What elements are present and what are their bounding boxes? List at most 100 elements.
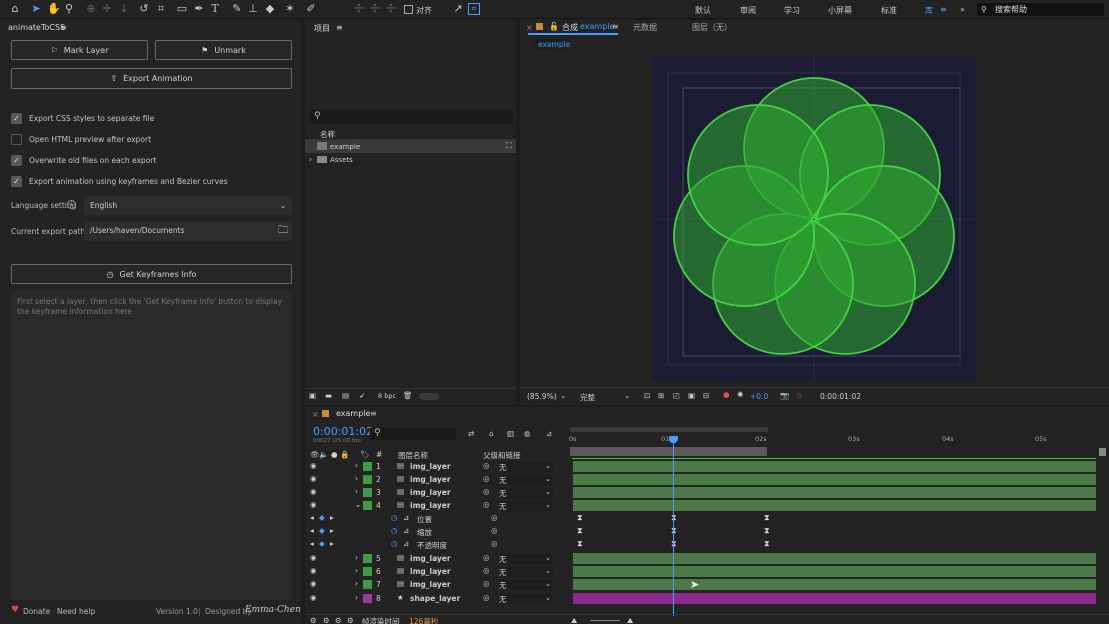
timeline-timecode[interactable]: 0:00:01:02 [313, 425, 373, 438]
layer-name[interactable]: img_layer [410, 501, 451, 510]
layer-color-label[interactable] [363, 594, 372, 603]
layer-bar[interactable] [573, 474, 1096, 485]
toggle-icon[interactable]: ⚙ [310, 616, 317, 624]
zoom-slider[interactable] [590, 620, 620, 621]
next-keyframe-icon[interactable]: ▸ [330, 513, 334, 522]
keyframe-icon[interactable]: ⧗ [577, 527, 583, 535]
puppet-tool-icon[interactable]: ✐ [305, 3, 317, 15]
layer-color-label[interactable] [363, 554, 372, 563]
checkbox-checked-icon[interactable]: ✓ [11, 155, 22, 166]
workspace-learn[interactable]: 学习 [784, 5, 800, 16]
mask-icon[interactable]: ◰ [673, 391, 680, 400]
snap-icon[interactable]: ↗ [452, 3, 464, 15]
playhead-line[interactable] [673, 436, 674, 616]
dolly-tool-icon[interactable]: ↓ [118, 3, 130, 15]
grid-icon[interactable]: ⊞ [658, 391, 664, 400]
comp-timecode[interactable]: 0:00:01:02 [820, 392, 861, 401]
region-icon[interactable]: ▣ [688, 391, 695, 400]
next-keyframe-icon[interactable]: ▸ [330, 539, 334, 548]
chevron-right-icon[interactable]: › [309, 155, 312, 164]
pickwhip-icon[interactable]: ◎ [483, 579, 490, 588]
mark-layer-button[interactable]: ⚐ Mark Layer [11, 40, 148, 60]
project-search-input[interactable]: ⚲ [310, 110, 513, 124]
layer-color-label[interactable] [363, 501, 372, 510]
chevron-down-icon[interactable]: ⌄ [545, 487, 551, 496]
layer-color-label[interactable] [363, 475, 372, 484]
chevron-right-icon[interactable]: › [355, 474, 358, 483]
unmark-button[interactable]: ⚑ Unmark [155, 40, 292, 60]
get-keyframes-button[interactable]: ◷ Get Keyframes Info [11, 264, 292, 284]
exposure-icon[interactable]: ✺ [737, 390, 743, 399]
chevron-right-icon[interactable]: › [355, 553, 358, 562]
breadcrumb[interactable]: example [532, 39, 570, 50]
zoom-in-icon[interactable]: ⛰ [627, 616, 633, 624]
chevron-right-icon[interactable]: › [355, 461, 358, 470]
render-range-bar[interactable] [570, 447, 767, 456]
comp-menu-icon[interactable]: ≡ [612, 22, 619, 31]
frame-blend-icon[interactable]: ◍ [524, 429, 531, 438]
layer-bar[interactable] [573, 461, 1096, 472]
new-comp-icon[interactable]: ▤ [342, 391, 349, 400]
pickwhip-icon[interactable]: ◎ [483, 487, 490, 496]
layer-color-label[interactable] [363, 462, 372, 471]
pen-tool-icon[interactable]: ✒ [193, 3, 205, 15]
new-folder-icon[interactable]: ▬ [325, 391, 332, 400]
keyframe-toggle-icon[interactable]: ◆ [319, 513, 325, 522]
layer-name[interactable]: img_layer [410, 462, 451, 471]
folder-icon[interactable]: 🗀 [278, 221, 288, 241]
eye-icon[interactable]: ◉ [310, 579, 317, 588]
layer-row[interactable]: ◉ › 3 ▤ img_layer ◎ 无 ⌄ [305, 486, 569, 499]
chevron-down-icon[interactable]: ⌄ [545, 500, 551, 509]
workspace-review[interactable]: 审阅 [740, 5, 756, 16]
keyframe-icon[interactable]: ⧗ [577, 540, 583, 548]
quality-value[interactable]: 完整 [580, 392, 595, 403]
search-help-input[interactable]: ⚲ 搜索帮助 [977, 3, 1104, 16]
brush-tool-icon[interactable]: ✎ [231, 3, 243, 15]
checkbox-checked-icon[interactable]: ✓ [11, 176, 22, 187]
layer-color-label[interactable] [363, 580, 372, 589]
donate-link[interactable]: Donate [23, 607, 50, 616]
need-help-link[interactable]: Need help [57, 607, 95, 616]
snapshot-icon[interactable]: ⊙ [796, 391, 802, 400]
keyframe-icon[interactable]: ⧗ [671, 540, 677, 548]
chevron-down-icon[interactable]: ⌄ [560, 391, 566, 400]
chevron-down-icon[interactable]: ⌄ [545, 474, 551, 483]
checkbox-unchecked-icon[interactable] [11, 134, 22, 145]
workspace-default[interactable]: 默认 [695, 5, 711, 16]
pickwhip-icon[interactable]: ◎ [491, 526, 498, 535]
layer-name[interactable]: img_layer [410, 554, 451, 563]
chevron-down-icon[interactable]: ⌄ [545, 553, 551, 562]
chevron-down-icon[interactable]: ⌄ [545, 461, 551, 470]
eye-icon[interactable]: ◉ [310, 566, 317, 575]
layer-name[interactable]: img_layer [410, 488, 451, 497]
draft-3d-icon[interactable]: ⌂ [489, 429, 494, 438]
workspace-standard[interactable]: 标准 [881, 5, 897, 16]
scroll-thumb[interactable] [419, 393, 439, 400]
next-keyframe-icon[interactable]: ▸ [330, 526, 334, 535]
comp-tab-name[interactable]: example [580, 22, 614, 31]
move-tool-icon[interactable]: ✛ [101, 3, 113, 15]
keyframe-icon[interactable]: ⧗ [671, 514, 677, 522]
grid-snap-icon[interactable]: ⌗ [468, 3, 480, 15]
bpc-label[interactable]: 8 bpc [378, 392, 396, 400]
stopwatch-icon[interactable]: ◷ [391, 526, 398, 535]
graph-icon[interactable]: ⊿ [403, 526, 409, 535]
toggle-icon-4[interactable]: ⚙ [347, 616, 354, 624]
tab-layer[interactable]: 图层（无） [692, 22, 732, 33]
chevron-down-icon[interactable]: ⌄ [545, 593, 551, 602]
pickwhip-icon[interactable]: ◎ [483, 500, 490, 509]
chevron-right-icon[interactable]: › [355, 579, 358, 588]
comp-tab-prefix[interactable]: 合成 [562, 22, 578, 33]
zoom-tool-icon[interactable]: ⚲ [63, 3, 75, 15]
prev-keyframe-icon[interactable]: ◂ [310, 539, 314, 548]
language-select[interactable]: English ⌄ [84, 196, 292, 215]
layer-bar-shape[interactable] [573, 593, 1096, 604]
chevron-down-icon[interactable]: ⌄ [545, 566, 551, 575]
keyframe-icon[interactable]: ⧗ [577, 514, 583, 522]
checkbox-checked-icon[interactable]: ✓ [11, 113, 22, 124]
eye-icon[interactable]: ◉ [310, 553, 317, 562]
layer-bar[interactable] [573, 553, 1096, 564]
zoom-out-icon[interactable]: ⛰ [571, 616, 577, 624]
option-overwrite[interactable]: ✓ Overwrite old files on each export [11, 155, 156, 166]
selection-tool-icon[interactable]: ➤ [30, 3, 42, 15]
